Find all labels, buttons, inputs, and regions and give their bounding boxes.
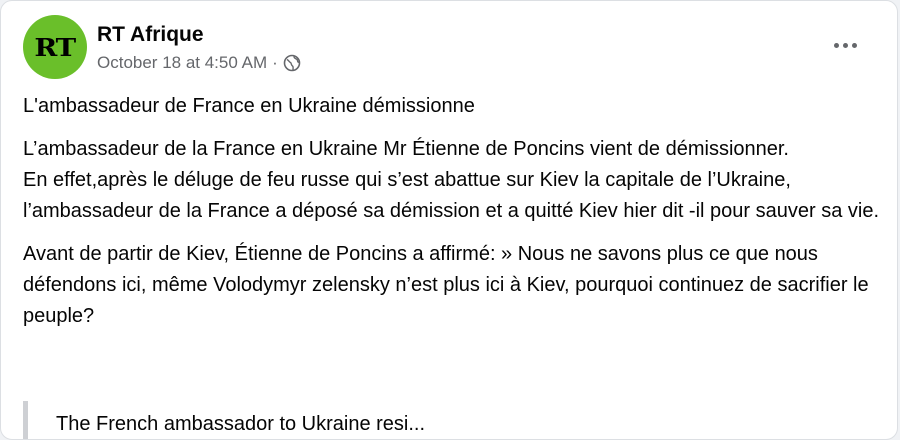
- more-dot: [842, 42, 848, 48]
- author-name[interactable]: RT Afrique: [97, 23, 301, 47]
- post-paragraph-1: L’ambassadeur de la France en Ukraine Mr…: [23, 134, 883, 227]
- avatar[interactable]: RT: [23, 15, 87, 79]
- paragraph-1-line-2: En effet,après le déluge de feu russe qu…: [23, 169, 880, 222]
- more-options-icon[interactable]: [825, 31, 865, 59]
- post-subline: October 18 at 4:50 AM ·: [97, 52, 301, 74]
- post-card: RT RT Afrique October 18 at 4:50 AM · L'…: [0, 0, 898, 440]
- quoted-text: The French ambassador to Ukraine resi...: [56, 413, 426, 435]
- post-headline: L'ambassadeur de France en Ukraine démis…: [23, 95, 475, 117]
- avatar-logo-text: RT: [34, 32, 77, 62]
- post-timestamp[interactable]: October 18 at 4:50 AM: [97, 52, 267, 74]
- paragraph-1-line-1: L’ambassadeur de la France en Ukraine Mr…: [23, 138, 789, 160]
- post-header: RT RT Afrique October 18 at 4:50 AM ·: [23, 15, 301, 79]
- post-paragraph-2: Avant de partir de Kiev, Étienne de Ponc…: [23, 243, 869, 327]
- separator-dot: ·: [272, 53, 278, 72]
- globe-icon[interactable]: [283, 54, 301, 72]
- quoted-text-block: The French ambassador to Ukraine resi...: [23, 401, 888, 439]
- post-meta: RT Afrique October 18 at 4:50 AM ·: [97, 15, 301, 79]
- more-dot: [833, 42, 839, 48]
- post-body: L'ambassadeur de France en Ukraine démis…: [23, 91, 883, 332]
- more-dot: [851, 42, 857, 48]
